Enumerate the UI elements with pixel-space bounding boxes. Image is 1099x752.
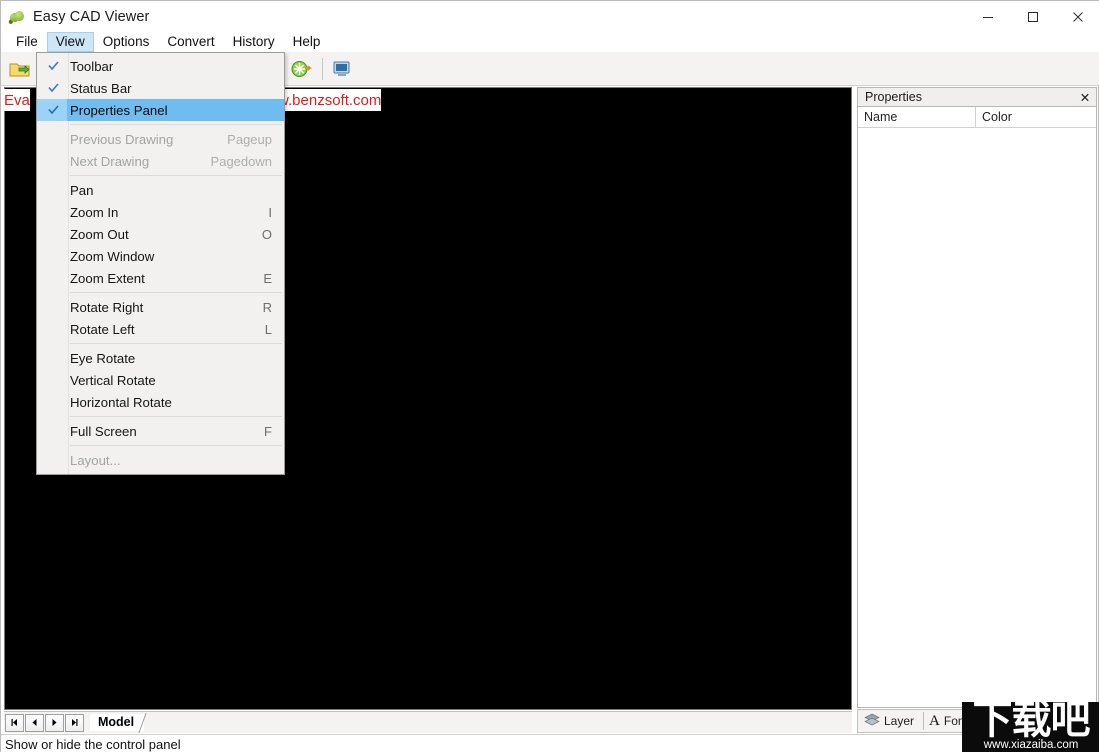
menu-item-label: Toolbar	[70, 59, 113, 74]
menu-item-label: Rotate Left	[70, 322, 135, 337]
open-folder-icon[interactable]	[6, 55, 34, 83]
nav-prev-icon[interactable]	[25, 714, 44, 732]
evaluation-text: Eva	[4, 89, 30, 111]
minimize-icon[interactable]	[965, 1, 1010, 32]
menu-item-label: Horizontal Rotate	[70, 395, 172, 410]
menu-item-accel: Pageup	[227, 132, 272, 147]
column-header-color[interactable]: Color	[976, 107, 1096, 127]
menu-item-label: Next Drawing	[70, 154, 149, 169]
menu-item-zoom-window[interactable]: Zoom Window	[37, 245, 284, 267]
properties-panel-header: Properties ✕	[857, 87, 1097, 107]
menubar-item-convert[interactable]: Convert	[158, 32, 223, 52]
menu-item-eye-rotate[interactable]: Eye Rotate	[37, 347, 284, 369]
status-message: Show or hide the control panel	[5, 737, 181, 752]
menu-item-zoom-extent[interactable]: Zoom Extent E	[37, 267, 284, 289]
menu-item-status-bar[interactable]: Status Bar	[37, 77, 284, 99]
site-watermark: 下载吧 www.xiazaiba.com	[962, 702, 1099, 752]
menu-item-label: Rotate Right	[70, 300, 143, 315]
menubar-item-options[interactable]: Options	[94, 32, 159, 52]
menu-item-pan[interactable]: Pan	[37, 179, 284, 201]
menu-item-accel: R	[263, 300, 272, 315]
menu-item-next-drawing: Next Drawing Pagedown	[37, 150, 284, 172]
menu-item-label: Zoom Out	[70, 227, 129, 242]
layers-icon	[864, 713, 880, 730]
font-a-icon: A	[929, 713, 940, 730]
menu-separator	[70, 292, 282, 293]
window-title: Easy CAD Viewer	[33, 9, 149, 25]
properties-column-headers: Name Color	[858, 107, 1096, 128]
model-tab-strip: Model	[4, 711, 852, 733]
menu-item-label: Pan	[70, 183, 93, 198]
check-icon	[47, 81, 60, 94]
menu-item-accel: Pagedown	[211, 154, 272, 169]
rotate-right-icon[interactable]	[287, 55, 315, 83]
nav-first-icon[interactable]	[5, 714, 24, 732]
menu-item-accel: L	[265, 322, 272, 337]
menu-bar: File View Options Convert History Help	[1, 32, 1099, 52]
application-window: Easy CAD Viewer File View Options Conver…	[0, 0, 1099, 752]
nav-last-icon[interactable]	[65, 714, 84, 732]
menu-item-accel: I	[268, 205, 272, 220]
layer-label: Layer	[884, 714, 914, 728]
menu-item-accel: O	[262, 227, 272, 242]
menu-item-label: Layout...	[70, 453, 121, 468]
menu-item-rotate-right[interactable]: Rotate Right R	[37, 296, 284, 318]
maximize-icon[interactable]	[1010, 1, 1055, 32]
menu-item-label: Status Bar	[70, 81, 132, 96]
menu-item-zoom-out[interactable]: Zoom Out O	[37, 223, 284, 245]
menu-item-rotate-left[interactable]: Rotate Left L	[37, 318, 284, 340]
check-icon	[47, 59, 60, 72]
layer-button[interactable]: Layer	[862, 711, 920, 731]
properties-grid[interactable]: Name Color	[857, 107, 1097, 708]
menu-separator	[70, 175, 282, 176]
tab-model[interactable]: Model	[90, 714, 144, 731]
watermark-logo-text: 下载吧	[962, 702, 1099, 742]
menu-item-full-screen[interactable]: Full Screen F	[37, 420, 284, 442]
close-icon[interactable]	[1055, 1, 1099, 32]
watermark-url: www.xiazaiba.com	[962, 739, 1099, 751]
menu-separator	[70, 124, 282, 125]
menu-item-toolbar[interactable]: Toolbar	[37, 55, 284, 77]
menu-item-vertical-rotate[interactable]: Vertical Rotate	[37, 369, 284, 391]
status-bar: Show or hide the control panel P	[1, 734, 1099, 752]
properties-panel-title: Properties	[865, 90, 922, 104]
fullscreen-icon[interactable]	[328, 55, 356, 83]
menu-separator	[70, 343, 282, 344]
menu-item-label: Properties Panel	[70, 103, 168, 118]
menu-item-layout: Layout...	[37, 449, 284, 471]
close-icon[interactable]: ✕	[1078, 90, 1092, 104]
view-dropdown-menu: Toolbar Status Bar Properties Panel Prev…	[36, 52, 285, 475]
menubar-item-help[interactable]: Help	[284, 32, 330, 52]
menu-separator	[70, 416, 282, 417]
menu-item-label: Full Screen	[70, 424, 137, 439]
menu-item-horizontal-rotate[interactable]: Horizontal Rotate	[37, 391, 284, 413]
menu-item-label: Zoom Window	[70, 249, 154, 264]
title-bar: Easy CAD Viewer	[1, 1, 1099, 32]
menu-item-zoom-in[interactable]: Zoom In I	[37, 201, 284, 223]
evaluation-url: w.benzsoft.com	[278, 89, 381, 111]
menubar-item-history[interactable]: History	[224, 32, 284, 52]
menu-item-previous-drawing: Previous Drawing Pageup	[37, 128, 284, 150]
toolbar-separator-3	[923, 712, 924, 730]
check-icon	[47, 103, 60, 116]
turtle-icon	[9, 9, 25, 25]
menubar-item-view[interactable]: View	[47, 32, 94, 52]
menu-item-label: Zoom In	[70, 205, 118, 220]
column-header-name[interactable]: Name	[858, 107, 976, 127]
window-controls	[965, 1, 1099, 32]
menu-item-accel: E	[263, 271, 272, 286]
toolbar-separator-2	[322, 58, 323, 80]
menu-item-properties-panel[interactable]: Properties Panel	[37, 99, 284, 121]
menubar-item-file[interactable]: File	[7, 32, 47, 52]
menu-item-label: Eye Rotate	[70, 351, 135, 366]
nav-next-icon[interactable]	[45, 714, 64, 732]
menu-item-label: Zoom Extent	[70, 271, 145, 286]
menu-item-label: Vertical Rotate	[70, 373, 156, 388]
menu-item-accel: F	[264, 424, 272, 439]
menu-separator	[70, 445, 282, 446]
menu-item-label: Previous Drawing	[70, 132, 173, 147]
properties-panel: Properties ✕ Name Color	[857, 87, 1097, 710]
